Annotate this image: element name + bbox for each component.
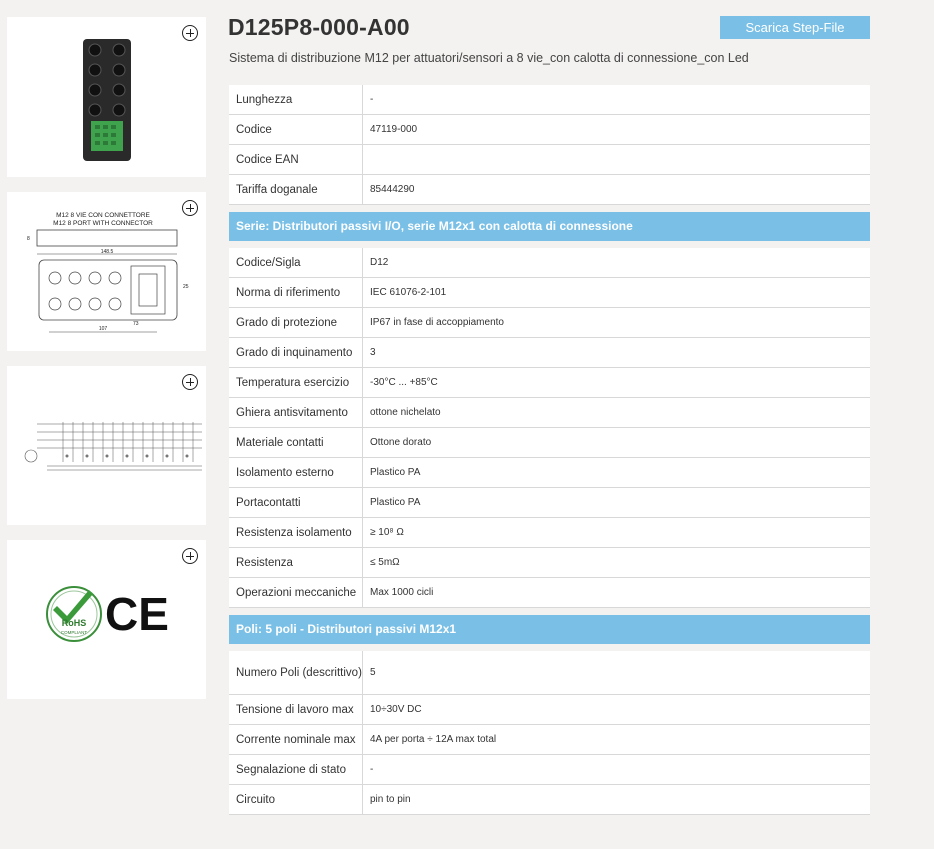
- thumbnail-wiring-diagram[interactable]: [7, 366, 206, 525]
- ce-mark: CE: [105, 588, 169, 640]
- dim-c: 73: [133, 321, 139, 327]
- dimension-drawing: M12 8 VIE CON CONNETTORE M12 8 PORT WITH…: [27, 212, 189, 333]
- table-row: Codice 47119-000: [229, 115, 870, 145]
- table-row: Codice/Sigla D12: [229, 248, 870, 278]
- section-header-series: Serie: Distributori passivi I/O, serie M…: [229, 212, 870, 241]
- table-row: Lunghezza -: [229, 85, 870, 115]
- svg-text:COMPLIANT: COMPLIANT: [61, 630, 88, 635]
- table-row: Portacontatti Plastico PA: [229, 488, 870, 518]
- table-row: Materiale contatti Ottone dorato: [229, 428, 870, 458]
- rohs-logo: RoHS COMPLIANT: [46, 586, 102, 642]
- table-row: Tariffa doganale 85444290: [229, 175, 870, 205]
- table-row: Resistenza isolamento ≥ 10⁸ Ω: [229, 518, 870, 548]
- wiring-diagram: [24, 422, 202, 471]
- table-row: Isolamento esterno Plastico PA: [229, 458, 870, 488]
- table-row: Norma di riferimento IEC 61076-2-101: [229, 278, 870, 308]
- zoom-icon[interactable]: [182, 200, 198, 216]
- table-row: Grado di protezione IP67 in fase di accop…: [229, 308, 870, 338]
- product-photo: [83, 39, 131, 161]
- specs-table: Lunghezza - Codice 47119-000 Codice EAN Ta…: [229, 85, 870, 815]
- table-row: Temperatura esercizio -30°C ... +85°C: [229, 368, 870, 398]
- dim-height: 25: [183, 284, 189, 290]
- drawing-label-en: M12 8 PORT WITH CONNECTOR: [53, 220, 153, 227]
- product-description: Sistema di distribuzione M12 per attuato…: [229, 51, 749, 65]
- table-row: Grado di inquinamento 3: [229, 338, 870, 368]
- thumbnail-dimension-drawing[interactable]: M12 8 VIE CON CONNETTORE M12 8 PORT WITH…: [7, 192, 206, 351]
- thumbnail-certifications[interactable]: RoHS COMPLIANT CE: [7, 540, 206, 699]
- section-header-poles: Poli: 5 poli - Distributori passivi M12x…: [229, 615, 870, 644]
- table-row: Circuito pin to pin: [229, 785, 870, 815]
- table-row: Numero Poli (descrittivo) 5: [229, 651, 870, 695]
- drawing-label-it: M12 8 VIE CON CONNETTORE: [56, 212, 150, 219]
- dim-width: 107: [99, 326, 108, 332]
- dim-length: 148.5: [101, 249, 114, 255]
- table-row: Resistenza ≤ 5mΩ: [229, 548, 870, 578]
- table-row: Corrente nominale max 4A per porta ÷ 12A …: [229, 725, 870, 755]
- table-row: Segnalazione di stato -: [229, 755, 870, 785]
- table-row: Ghiera antisvitamento ottone nichelato: [229, 398, 870, 428]
- table-row: Operazioni meccaniche Max 1000 cicli: [229, 578, 870, 608]
- thumbnail-product-photo[interactable]: [7, 17, 206, 177]
- dim-depth: 8: [27, 236, 30, 242]
- svg-text:RoHS: RoHS: [62, 618, 87, 628]
- download-step-button[interactable]: Scarica Step-File: [720, 16, 870, 39]
- table-row: Tensione di lavoro max 10÷30V DC: [229, 695, 870, 725]
- zoom-icon[interactable]: [182, 548, 198, 564]
- zoom-icon[interactable]: [182, 25, 198, 41]
- table-row: Codice EAN: [229, 145, 870, 175]
- page-title: D125P8-000-A00: [228, 14, 410, 40]
- zoom-icon[interactable]: [182, 374, 198, 390]
- certification-logos: RoHS COMPLIANT CE: [46, 586, 169, 642]
